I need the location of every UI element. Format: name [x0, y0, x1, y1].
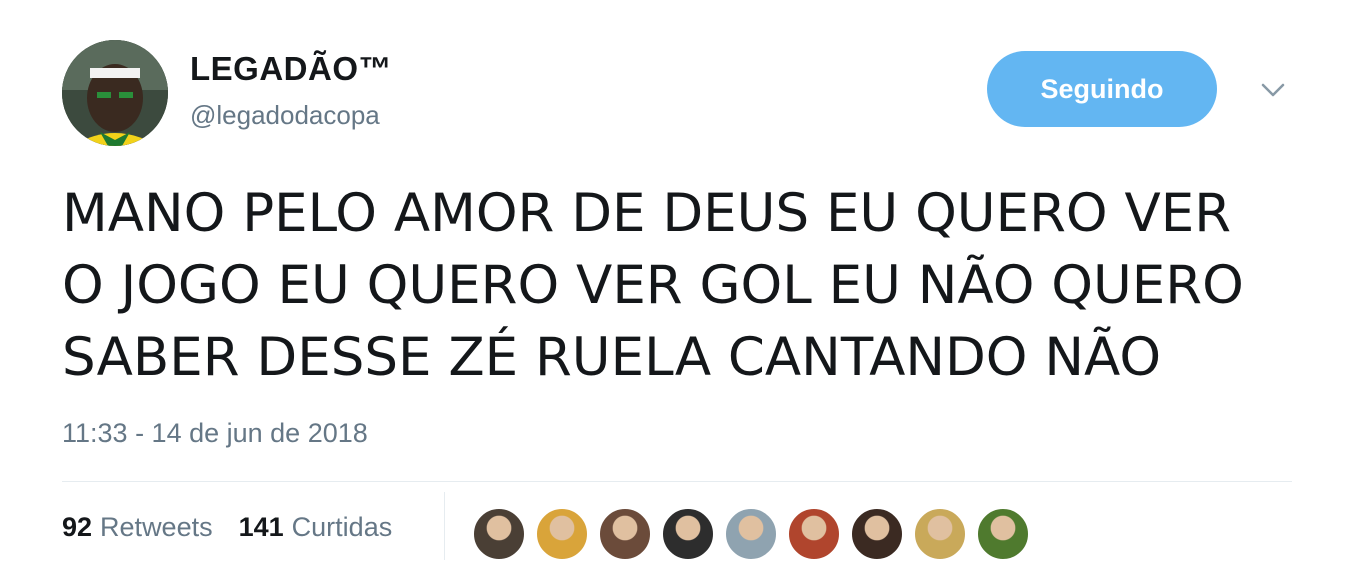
retweets-label: Retweets: [100, 512, 213, 542]
tweet-timestamp[interactable]: 11:33 - 14 de jun de 2018: [62, 418, 368, 449]
likes-label: Curtidas: [291, 512, 393, 542]
divider: [62, 481, 1292, 482]
liker-avatar-4[interactable]: [661, 507, 715, 561]
user-handle[interactable]: @legadodacopa: [190, 100, 380, 131]
tweet-text-line: MANO PELO AMOR DE DEUS EU QUERO VER: [62, 183, 1232, 244]
liker-avatar-1[interactable]: [472, 507, 526, 561]
profile-avatar[interactable]: [62, 40, 168, 146]
tweet-text: MANO PELO AMOR DE DEUS EU QUERO VER O JO…: [62, 178, 1322, 394]
liker-avatar-8[interactable]: [913, 507, 967, 561]
liker-avatar-9[interactable]: [976, 507, 1030, 561]
display-name[interactable]: LEGADÃO™: [190, 50, 392, 88]
following-button[interactable]: Seguindo: [987, 51, 1217, 127]
tweet-card: LEGADÃO™ @legadodacopa Seguindo MANO PEL…: [0, 0, 1351, 575]
retweets-count: 92: [62, 512, 93, 542]
tweet-stats: 92 Retweets 141 Curtidas: [62, 512, 418, 543]
tweet-text-line: O JOGO EU QUERO VER GOL EU NÃO QUERO: [62, 255, 1244, 316]
liker-avatar-5[interactable]: [724, 507, 778, 561]
liker-avatar-7[interactable]: [850, 507, 904, 561]
liker-avatar-6[interactable]: [787, 507, 841, 561]
avatar-image: [62, 40, 168, 146]
liker-avatar-3[interactable]: [598, 507, 652, 561]
retweets-stat[interactable]: 92 Retweets: [62, 512, 213, 543]
likes-count: 141: [238, 512, 284, 542]
stats-separator: [444, 492, 445, 560]
chevron-down-icon[interactable]: [1258, 78, 1288, 102]
liker-avatar-2[interactable]: [535, 507, 589, 561]
liker-avatars: [472, 507, 1039, 561]
tweet-text-line: SABER DESSE ZÉ RUELA CANTANDO NÃO: [62, 327, 1162, 388]
likes-stat[interactable]: 141 Curtidas: [239, 512, 393, 543]
